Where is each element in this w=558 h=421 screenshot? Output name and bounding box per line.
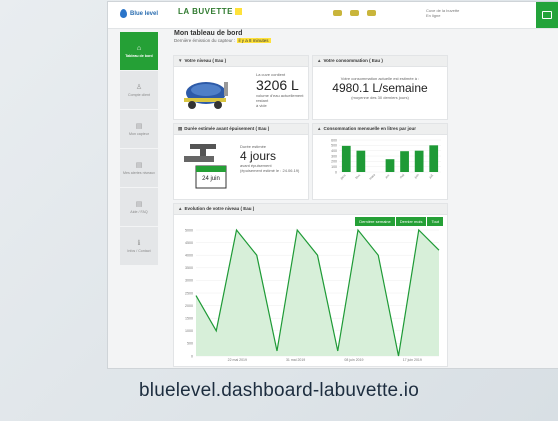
sidebar-item-help[interactable]: ▤ Aide / FAQ	[120, 188, 158, 226]
y-tick-label: 500	[331, 144, 337, 148]
evolution-card-header: ▲ Evolution de votre niveau ( Eau )	[174, 204, 447, 215]
sidebar-item-alerts[interactable]: ▤ Mes alertes niveaux	[120, 149, 158, 187]
duration-value: 4 jours	[240, 149, 277, 163]
info-icon: ℹ	[137, 240, 141, 247]
notification-icon[interactable]	[333, 10, 342, 16]
bar	[356, 150, 366, 172]
device-icon[interactable]	[367, 10, 376, 16]
y-tick-label: 1500	[185, 317, 193, 321]
bar	[385, 159, 395, 172]
brand-name: Blue level	[130, 10, 159, 17]
duration-text: Durée estimée 4 jours avant épuisement (…	[240, 144, 300, 173]
x-tick-label: mai	[399, 173, 406, 180]
menu-button[interactable]	[536, 2, 558, 28]
site-name: LA BUVETTE	[178, 7, 233, 16]
x-tick-label: 17 juin 2019	[403, 358, 422, 362]
consumption-value: 4980.1 L/semaine	[332, 81, 428, 95]
calendar-date: 24 juin	[202, 176, 220, 182]
y-tick-label: 4500	[185, 241, 193, 245]
user-line2: En ligne	[426, 13, 441, 18]
level-value: 3206 L	[256, 77, 299, 93]
dashboard-window: Blue level LA BUVETTE Cuve de la buvette…	[108, 2, 558, 368]
duration-card-header: ▤ Durée estimée avant épuisement ( Eau )	[174, 124, 308, 135]
faucet-icon	[184, 144, 227, 189]
y-tick-label: 400	[331, 149, 337, 153]
y-tick-label: 1000	[185, 329, 193, 333]
user-info[interactable]: Cuve de la buvette En ligne	[426, 8, 459, 18]
level-card-header: ▼ Votre niveau ( Eau )	[174, 56, 308, 67]
x-tick-label: févr.	[354, 173, 361, 180]
menu-icon	[542, 11, 552, 19]
sidebar-item-account[interactable]: ♙ Compte client	[120, 71, 158, 109]
y-tick-label: 3500	[185, 266, 193, 270]
x-tick-label: 31 mai 2019	[286, 358, 305, 362]
x-tick-label: 22 mai 2019	[228, 358, 247, 362]
level-card: ▼ Votre niveau ( Eau ) La cuve contient 3…	[174, 56, 308, 119]
x-tick-label: juil.	[427, 173, 434, 180]
evolution-card: ▲ Evolution de votre niveau ( Eau ) Derni…	[174, 204, 447, 366]
y-tick-label: 500	[187, 342, 193, 346]
bar	[341, 145, 351, 172]
water-tank-icon	[184, 82, 228, 109]
user-icon: ♙	[135, 84, 143, 91]
consumption-text: Votre consommation actuelle est estimée …	[313, 76, 447, 100]
home-icon: ⌂	[136, 44, 142, 52]
calendar-icon: ▤	[178, 126, 183, 131]
y-tick-label: 200	[331, 160, 337, 164]
y-tick-label: 300	[331, 154, 337, 158]
consumption-card-header: ▲ Votre consommation ( Eau )	[313, 56, 447, 67]
bar	[429, 145, 439, 172]
chart-icon: ▲	[317, 58, 322, 63]
site-badge-icon	[234, 8, 242, 16]
x-tick-label: juin	[413, 173, 420, 180]
top-icons	[333, 10, 376, 16]
sidebar-item-dashboard[interactable]: ⌂ Tableau de bord	[120, 32, 158, 70]
alert-icon[interactable]	[350, 10, 359, 16]
x-tick-label: 08 juin 2019	[344, 358, 363, 362]
level-text: La cuve contient 3206 L volume d'eau act…	[256, 72, 308, 108]
y-tick-label: 2500	[185, 291, 193, 295]
bell-icon: ▤	[135, 162, 143, 169]
sensor-icon: ▤	[135, 123, 143, 130]
help-icon: ▤	[135, 201, 143, 208]
y-tick-label: 2000	[185, 304, 193, 308]
sidebar-item-sensor[interactable]: ▤ Mon capteur	[120, 110, 158, 148]
site-url-caption: bluelevel.dashboard-labuvette.io	[139, 380, 419, 401]
last-emission-badge: il y a 8 minutes	[236, 38, 271, 43]
monthly-card: ▲ Consommation mensuelle en litres par jo…	[313, 124, 447, 199]
sidebar-item-contact[interactable]: ℹ Infos / Contact	[120, 227, 158, 265]
x-tick-label: avr.	[384, 173, 391, 180]
filter-icon: ▼	[178, 58, 183, 63]
page-title: Mon tableau de bord	[174, 30, 243, 37]
y-tick-label: 0	[335, 170, 337, 174]
y-tick-label: 3000	[185, 279, 193, 283]
main-content: Mon tableau de bord Dernière émission du…	[174, 30, 548, 43]
y-tick-label: 0	[191, 354, 193, 358]
bar	[400, 151, 409, 172]
x-tick-label: mars	[368, 173, 376, 181]
area-chart-icon: ▲	[178, 206, 183, 211]
y-tick-label: 4000	[185, 254, 193, 258]
consumption-card: ▲ Votre consommation ( Eau ) Votre consom…	[313, 56, 447, 119]
monthly-bar-chart: 0100200 300400500 600 janv. févr. mars avr. mai…	[331, 138, 441, 181]
last-emission: Dernière émission du capteur : il y a 8 …	[174, 38, 271, 43]
x-tick-label: janv.	[339, 173, 347, 181]
bar	[414, 150, 424, 172]
y-tick-label: 100	[331, 165, 337, 169]
duration-card: ▤ Durée estimée avant épuisement ( Eau ) …	[174, 124, 308, 199]
site-title: LA BUVETTE	[178, 7, 242, 16]
water-drop-icon	[120, 9, 127, 18]
bar-chart-icon: ▲	[317, 126, 322, 131]
evolution-area-chart: 0 500 1000 1500 2000 2500 3000 3500 4000 4500 5000…	[185, 228, 440, 362]
top-bar: Blue level LA BUVETTE Cuve de la buvette…	[108, 2, 558, 29]
y-tick-label: 5000	[185, 228, 193, 232]
y-tick-label: 600	[331, 138, 337, 142]
brand-logo: Blue level	[120, 9, 158, 18]
sidebar: ⌂ Tableau de bord ♙ Compte client ▤ Mon cap…	[120, 32, 158, 368]
